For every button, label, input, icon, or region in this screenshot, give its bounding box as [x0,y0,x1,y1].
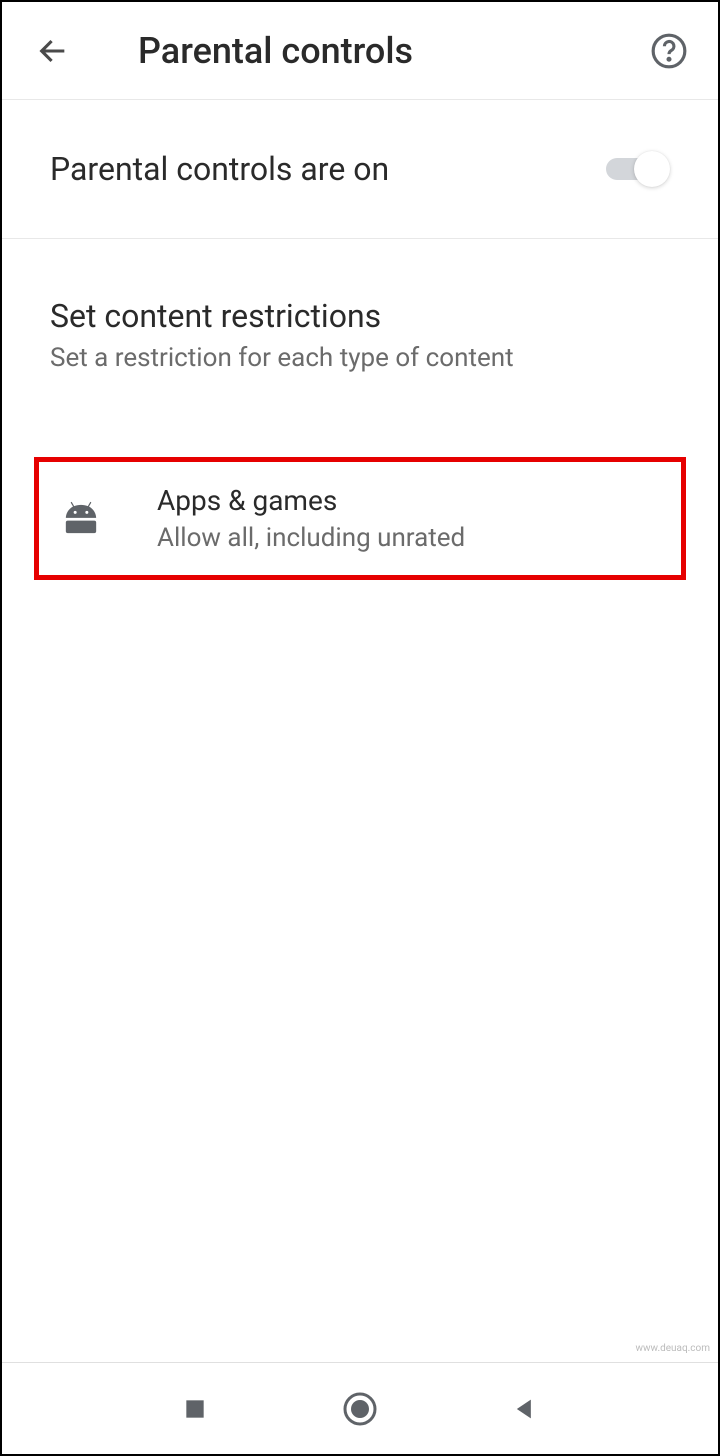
toggle-label: Parental controls are on [50,150,389,188]
parental-controls-toggle-row: Parental controls are on [2,100,718,239]
back-arrow-icon[interactable] [36,34,70,68]
section-subtitle: Set a restriction for each type of conte… [50,343,670,373]
section-title: Set content restrictions [50,297,670,335]
android-icon [59,497,103,541]
apps-games-item[interactable]: Apps & games Allow all, including unrate… [34,457,686,580]
nav-recent-icon[interactable] [175,1389,215,1429]
help-icon[interactable] [650,32,688,70]
list-item-text: Apps & games Allow all, including unrate… [157,484,465,553]
list-item-title: Apps & games [157,484,465,517]
nav-home-icon[interactable] [340,1389,380,1429]
watermark-text: www.deuaq.com [636,1343,711,1354]
switch-thumb [634,151,670,187]
nav-back-icon[interactable] [505,1389,545,1429]
header-bar: Parental controls [2,2,718,100]
android-nav-bar [2,1362,718,1454]
list-item-subtitle: Allow all, including unrated [157,523,465,553]
page-title: Parental controls [138,30,650,72]
parental-controls-switch[interactable] [602,151,670,187]
section-header: Set content restrictions Set a restricti… [2,239,718,403]
